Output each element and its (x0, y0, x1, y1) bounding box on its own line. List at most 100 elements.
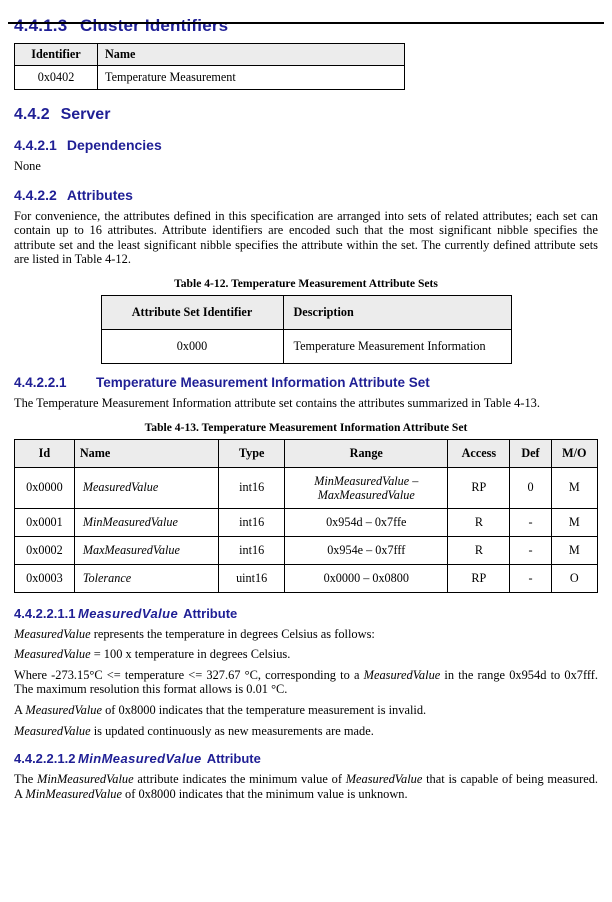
table-row: 0x0402 Temperature Measurement (14, 65, 405, 90)
cell-type: uint16 (218, 563, 286, 593)
cell-type: int16 (218, 507, 286, 537)
term-measured-value: MeasuredValue (345, 772, 423, 787)
table-attribute-sets: Attribute Set Identifier Description 0x0… (100, 294, 512, 364)
column-header-id: Id (14, 438, 75, 468)
table-header-row: Id Name Type Range Access Def M/O (14, 438, 599, 468)
heading-title: Attributes (66, 186, 133, 203)
caption-table-4-13: Table 4-13. Temperature Measurement Info… (144, 420, 468, 434)
column-header-range: Range (284, 438, 449, 468)
paragraph-info-attribute-set: The Temperature Measurement Information … (14, 395, 540, 410)
paragraph-measured-value-4: A MeasuredValue of 0x8000 indicates that… (14, 703, 598, 718)
table-row: 0x0001 MinMeasuredValue int16 0x954d – 0… (14, 507, 599, 537)
paragraph-measured-value-1: MeasuredValue represents the temperature… (14, 627, 598, 642)
heading-number: 4.4.2.1 (14, 137, 57, 153)
paragraph-measured-value-3: Where -273.15°C <= temperature <= 327.67… (14, 668, 598, 697)
column-header-name: Name (73, 438, 220, 468)
heading-number: 4.4.2.2.1.1 (14, 605, 76, 621)
caption-table-4-12: Table 4-12. Temperature Measurement Attr… (174, 276, 438, 290)
heading-title: Temperature Measurement Information Attr… (96, 374, 430, 390)
cell-mo: O (550, 563, 599, 593)
column-header-name: Name (97, 43, 405, 66)
document-page: 4.4.1.3 Cluster Identifiers Identifier N… (0, 16, 612, 902)
cell-mo: M (550, 466, 599, 509)
heading-server: 4.4.2 Server (14, 106, 598, 124)
table-cluster-identifiers: Identifier Name 0x0402 Temperature Measu… (14, 43, 405, 90)
heading-title: Dependencies (66, 137, 162, 153)
table-header-row: Identifier Name (14, 43, 405, 66)
cell-identifier: 0x0402 (14, 65, 98, 90)
range-line-2: MaxMeasuredValue (317, 487, 415, 502)
paragraph-min-measured-value: The MinMeasuredValue attribute indicates… (14, 772, 598, 801)
heading-number: 4.4.2 (14, 106, 50, 123)
cell-description: Temperature Measurement Information (282, 328, 512, 364)
paragraph-text-d: of 0x8000 indicates that the minimum val… (121, 786, 408, 801)
heading-min-measured-value-attribute: 4.4.2.2.1.2 MinMeasuredValue Attribute (14, 751, 598, 766)
cell-def: - (509, 563, 552, 593)
cell-range: 0x954d – 0x7ffe (284, 507, 449, 537)
cell-type: int16 (218, 535, 286, 565)
cell-access: R (447, 535, 511, 565)
cell-id: 0x0000 (14, 466, 75, 509)
cell-range: 0x0000 – 0x0800 (284, 563, 449, 593)
term-measured-value: MeasuredValue (14, 723, 91, 738)
paragraph-text-a: Where -273.15°C <= temperature <= 327.67… (14, 667, 364, 682)
heading-info-attribute-set: 4.4.2.2.1 Temperature Measurement Inform… (14, 375, 598, 390)
paragraph-measured-value-2: MeasuredValue = 100 x temperature in deg… (14, 647, 598, 662)
cell-access: R (447, 507, 511, 537)
paragraph-attributes-intro: For convenience, the attributes defined … (14, 208, 598, 267)
heading-number: 4.4.2.2.1 (14, 374, 67, 390)
cell-name: Temperature Measurement (97, 65, 405, 90)
cell-attribute-set-identifier: 0x000 (100, 328, 284, 364)
cell-range: MinMeasuredValue – MaxMeasuredValue (284, 466, 449, 509)
heading-title: Server (60, 106, 111, 123)
heading-measured-value-attribute: 4.4.2.2.1.1 MeasuredValue Attribute (14, 606, 598, 621)
cell-name: MinMeasuredValue (73, 507, 220, 537)
page-running-header (14, 16, 598, 21)
term-min-measured-value: MinMeasuredValue (25, 786, 122, 801)
cell-range: 0x954e – 0x7fff (284, 535, 449, 565)
column-header-type: Type (218, 438, 286, 468)
paragraph-measured-value-5: MeasuredValue is updated continuously as… (14, 724, 598, 739)
term-measured-value: MeasuredValue (25, 702, 102, 717)
column-header-identifier: Identifier (14, 43, 98, 66)
term-measured-value: MeasuredValue (363, 667, 441, 682)
cell-def: - (509, 507, 552, 537)
cell-type: int16 (218, 466, 286, 509)
table-row: 0x0000 MeasuredValue int16 MinMeasuredVa… (14, 466, 599, 509)
table-row: 0x0003 Tolerance uint16 0x0000 – 0x0800 … (14, 563, 599, 593)
cell-name: MeasuredValue (73, 466, 220, 509)
column-header-description: Description (282, 294, 512, 330)
cell-id: 0x0002 (14, 535, 75, 565)
paragraph-dependencies: None (14, 159, 41, 173)
heading-title-rest: Attribute (183, 605, 238, 621)
column-header-attribute-set-identifier: Attribute Set Identifier (100, 294, 284, 330)
term-min-measured-value: MinMeasuredValue (37, 772, 134, 787)
table-row: 0x000 Temperature Measurement Informatio… (100, 328, 512, 364)
table-body: 0x0000 MeasuredValue int16 MinMeasuredVa… (14, 466, 599, 593)
paragraph-text: is updated continuously as new measureme… (90, 723, 374, 738)
term-measured-value: MeasuredValue (14, 647, 91, 662)
heading-number: 4.4.2.2 (14, 186, 57, 203)
paragraph-text-a: A (14, 702, 26, 717)
cell-mo: M (550, 507, 599, 537)
table-row: 0x0002 MaxMeasuredValue int16 0x954e – 0… (14, 535, 599, 565)
column-header-access: Access (447, 438, 511, 468)
cell-id: 0x0001 (14, 507, 75, 537)
heading-title-rest: Attribute (206, 751, 261, 767)
term-measured-value: MeasuredValue (14, 626, 91, 641)
cell-id: 0x0003 (14, 563, 75, 593)
header-divider-rule (8, 22, 604, 24)
cell-mo: M (550, 535, 599, 565)
table-header-row: Attribute Set Identifier Description (100, 294, 512, 330)
cell-name: Tolerance (73, 563, 220, 593)
heading-dependencies: 4.4.2.1 Dependencies (14, 137, 598, 153)
heading-title-italic: MeasuredValue (78, 605, 179, 621)
paragraph-text-a: The (14, 772, 38, 787)
cell-access: RP (447, 466, 511, 509)
heading-number: 4.4.2.2.1.2 (14, 751, 76, 767)
table-attributes: Id Name Type Range Access Def M/O 0x0000… (14, 438, 599, 593)
heading-attributes: 4.4.2.2 Attributes (14, 187, 598, 203)
cell-def: - (509, 535, 552, 565)
paragraph-text: = 100 x temperature in degrees Celsius. (90, 647, 291, 662)
cell-def: 0 (509, 466, 552, 509)
